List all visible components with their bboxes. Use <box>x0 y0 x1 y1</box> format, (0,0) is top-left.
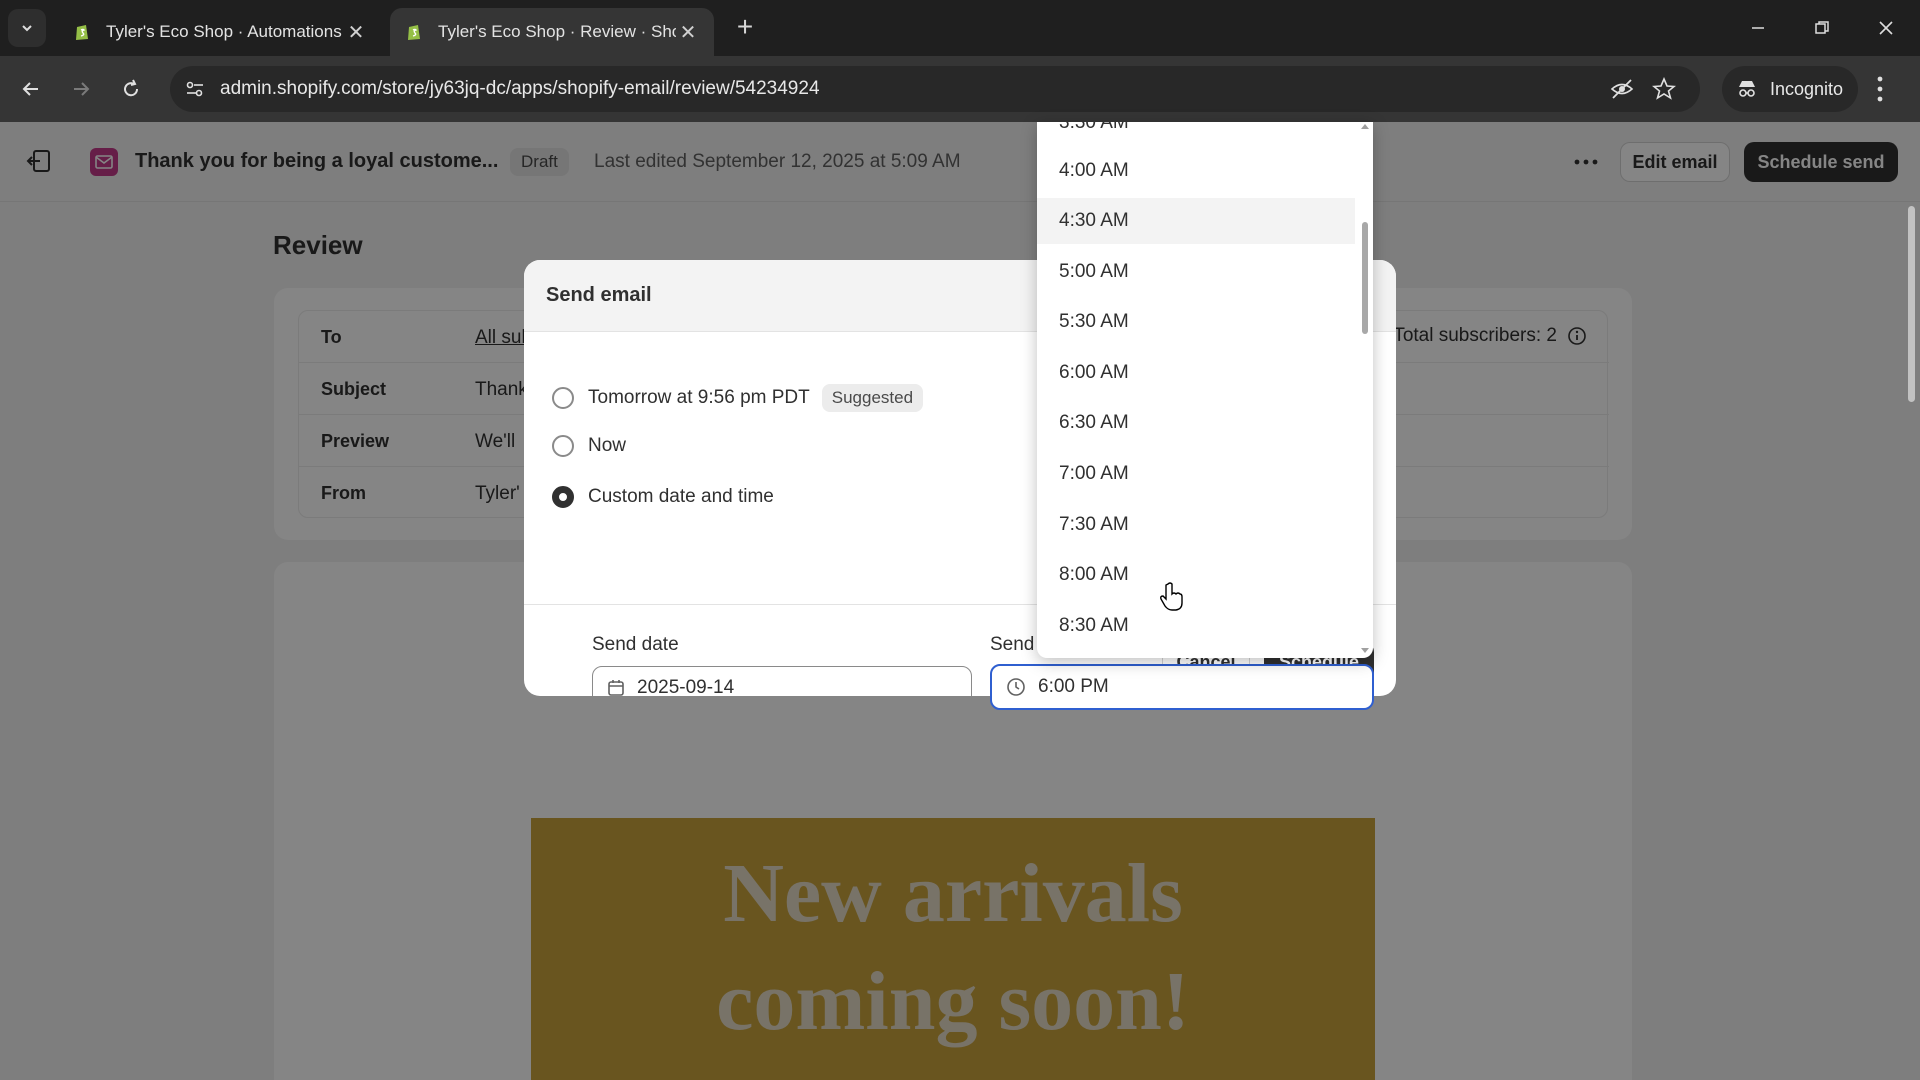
time-option-hovered[interactable]: 4:30 AM <box>1037 198 1355 244</box>
close-icon <box>1879 21 1893 35</box>
tab-search-button[interactable] <box>8 9 46 47</box>
restore-button[interactable] <box>1802 12 1842 44</box>
incognito-icon <box>1739 81 1755 97</box>
time-option[interactable]: 6:00 AM <box>1037 350 1355 396</box>
reload-button[interactable] <box>114 72 148 106</box>
option-label: Custom date and time <box>588 486 774 507</box>
option-suggested-time[interactable]: Tomorrow at 9:56 pm PDT Suggested <box>552 384 924 412</box>
close-window-button[interactable] <box>1866 12 1906 44</box>
suggested-badge: Suggested <box>821 384 924 412</box>
url-text: admin.shopify.com/store/jy63jq-dc/apps/s… <box>220 78 820 99</box>
time-option[interactable]: 5:30 AM <box>1037 299 1355 345</box>
restore-icon <box>1815 21 1829 34</box>
scroll-up-icon[interactable] <box>1361 124 1369 129</box>
time-option[interactable]: 7:30 AM <box>1037 502 1355 548</box>
modal-title: Send email <box>546 284 652 306</box>
time-option[interactable]: 6:30 AM <box>1037 400 1355 446</box>
time-option[interactable]: 8:30 AM <box>1037 603 1355 649</box>
send-date-input[interactable]: 2025-09-14 <box>592 666 972 696</box>
option-label: Now <box>588 435 627 456</box>
eye-off-icon[interactable] <box>1610 78 1634 100</box>
radio-button[interactable] <box>552 435 574 457</box>
arrow-right-icon <box>74 82 90 96</box>
time-option[interactable]: 4:00 AM <box>1037 148 1355 194</box>
tab-title: Tyler's Eco Shop · Automations <box>106 22 342 41</box>
arrow-left-icon <box>22 82 38 96</box>
forward-button[interactable] <box>64 72 98 106</box>
option-custom-date-time[interactable]: Custom date and time <box>552 486 774 508</box>
tab-title: Tyler's Eco Shop · Review · Shopify <box>438 22 676 41</box>
new-tab-button[interactable]: + <box>730 13 760 44</box>
time-option[interactable]: 8:00 AM <box>1037 552 1355 598</box>
option-label: Tomorrow at 9:56 pm PDT <box>588 387 810 408</box>
incognito-profile-button[interactable]: Incognito <box>1722 66 1858 112</box>
send-time-value: 6:00 PM <box>1038 676 1109 697</box>
bookmark-star-icon[interactable] <box>1652 77 1676 101</box>
clock-icon <box>1007 678 1025 696</box>
send-time-label: Send <box>990 634 1035 655</box>
send-date-label: Send date <box>592 634 679 655</box>
close-icon[interactable]: ✕ <box>676 20 700 45</box>
send-date-value: 2025-09-14 <box>637 677 735 696</box>
calendar-icon <box>608 680 624 696</box>
send-time-input[interactable]: 6:00 PM <box>990 664 1374 710</box>
shopify-icon <box>408 25 420 40</box>
tab-automations[interactable]: Tyler's Eco Shop · Automations ✕ <box>58 8 382 56</box>
time-option[interactable]: 5:00 AM <box>1037 249 1355 295</box>
back-button[interactable] <box>14 72 48 106</box>
site-settings-icon[interactable] <box>184 78 206 100</box>
radio-button-checked[interactable] <box>552 486 574 508</box>
close-icon[interactable]: ✕ <box>344 20 368 45</box>
scroll-down-icon[interactable] <box>1361 648 1369 653</box>
time-picker-dropdown[interactable]: 3:30 AM 4:00 AM 4:30 AM 5:00 AM 5:30 AM … <box>1037 122 1373 658</box>
time-option[interactable]: 7:00 AM <box>1037 451 1355 497</box>
page-scrollbar[interactable] <box>1908 206 1915 402</box>
dropdown-scrollbar-track[interactable] <box>1361 122 1373 658</box>
dropdown-scrollbar-thumb[interactable] <box>1362 222 1368 334</box>
browser-toolbar: admin.shopify.com/store/jy63jq-dc/apps/s… <box>0 56 1920 122</box>
hand-pointer-icon <box>1160 582 1183 611</box>
address-bar[interactable]: admin.shopify.com/store/jy63jq-dc/apps/s… <box>170 66 1700 112</box>
minimize-icon <box>1752 27 1764 29</box>
browser-tab-bar: Tyler's Eco Shop · Automations ✕ Tyler's… <box>0 0 1920 56</box>
profile-label: Incognito <box>1770 78 1844 99</box>
reload-icon <box>124 79 139 97</box>
tab-review[interactable]: Tyler's Eco Shop · Review · Shopify ✕ <box>390 8 714 56</box>
browser-menu-icon[interactable] <box>1876 74 1884 104</box>
minimize-button[interactable] <box>1738 12 1778 44</box>
chevron-down-icon <box>22 25 32 32</box>
radio-button[interactable] <box>552 387 574 409</box>
shopify-icon <box>76 25 88 40</box>
time-option[interactable]: 3:30 AM <box>1037 122 1355 146</box>
option-now[interactable]: Now <box>552 435 626 457</box>
